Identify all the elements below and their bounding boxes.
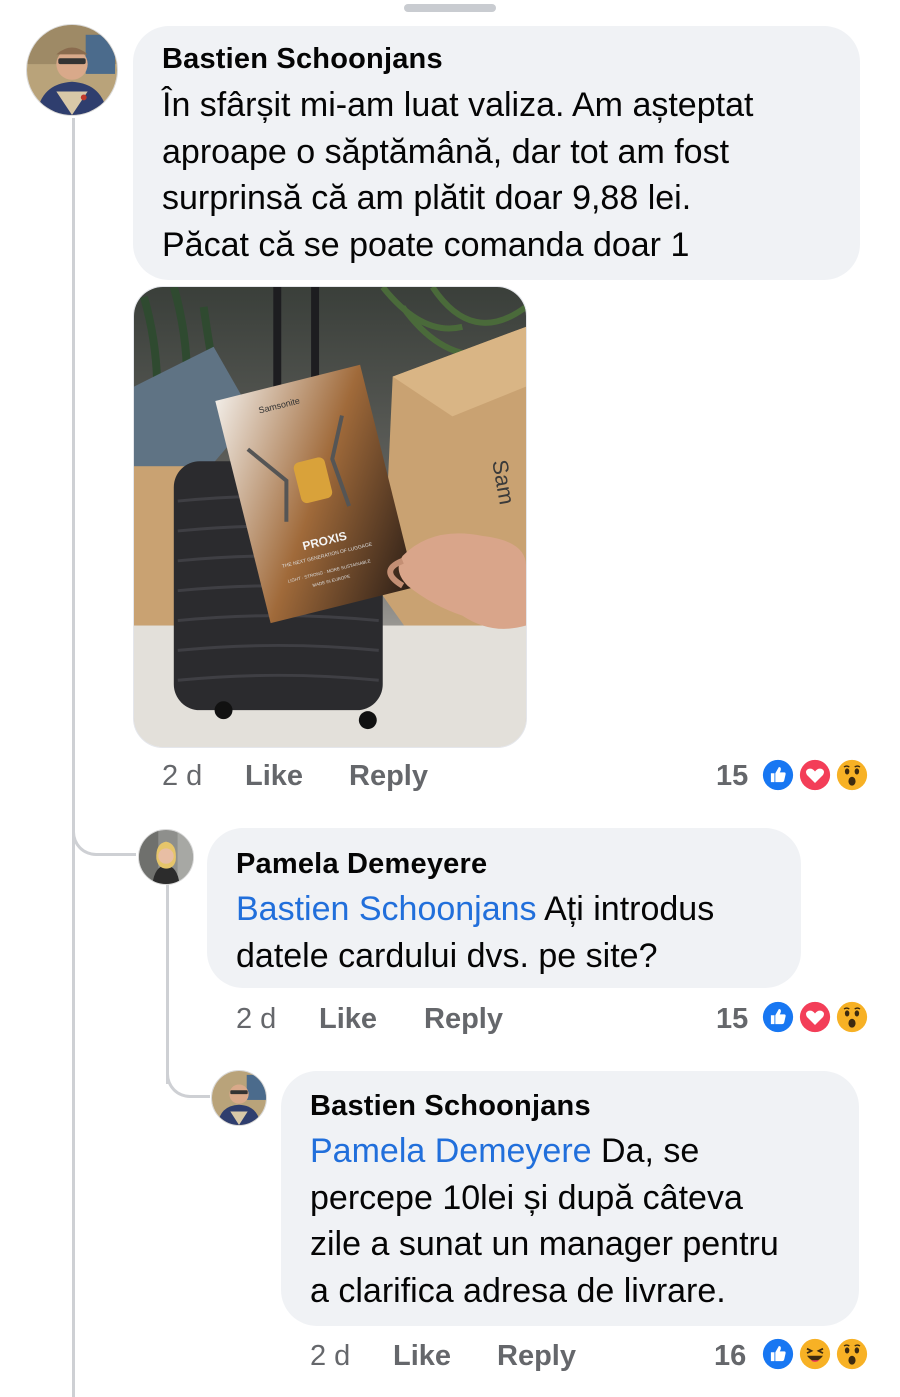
like-reaction-icon[interactable] — [760, 757, 796, 793]
comment-text-line: a clarifica adresa de livrare. — [310, 1271, 726, 1310]
reaction-count[interactable]: 16 — [714, 1340, 746, 1373]
comment-photo[interactable]: Sam Samsonite PROXIS THE NEXT GENERATION… — [133, 286, 527, 748]
comment-text-line: datele cardului dvs. pe site? — [236, 936, 658, 975]
comment-text-segment: Ați introdus — [536, 890, 715, 928]
wow-reaction-icon[interactable] — [834, 1336, 870, 1372]
reply-button[interactable]: Reply — [424, 1003, 503, 1036]
comment-text-line: Păcat că se poate comanda doar 1 — [162, 225, 690, 264]
wow-reaction-icon[interactable] — [834, 757, 870, 793]
thread-line-main — [72, 118, 75, 1397]
comment-text-line: zile a sunat un manager pentru — [310, 1225, 779, 1263]
comment-timestamp: 2 d — [236, 1003, 277, 1035]
mention-link[interactable]: Pamela Demeyere — [310, 1132, 592, 1170]
avatar[interactable] — [26, 24, 118, 116]
comment-text-line: Pamela Demeyere Da, se — [310, 1128, 779, 1175]
love-reaction-icon[interactable] — [797, 999, 833, 1035]
reply-button[interactable]: Reply — [497, 1340, 576, 1373]
haha-reaction-icon[interactable] — [797, 1336, 833, 1372]
like-reaction-icon[interactable] — [760, 1336, 796, 1372]
wow-reaction-icon[interactable] — [834, 999, 870, 1035]
reaction-count[interactable]: 15 — [716, 760, 748, 793]
comment-text: În sfârșit mi-am luat valiza. Am aștepta… — [162, 82, 753, 268]
comment-timestamp: 2 d — [162, 760, 203, 792]
comment-text-segment: Da, se — [591, 1132, 700, 1170]
avatar-photo — [139, 830, 193, 884]
thread-connector-reply-1 — [72, 790, 136, 856]
comment-author[interactable]: Bastien Schoonjans — [162, 43, 443, 76]
like-button[interactable]: Like — [393, 1340, 451, 1373]
reply-button[interactable]: Reply — [349, 760, 428, 793]
like-button[interactable]: Like — [245, 760, 303, 793]
comment-text-line: percepe 10lei și după câteva — [310, 1178, 743, 1217]
love-reaction-icon[interactable] — [797, 757, 833, 793]
mention-link[interactable]: Bastien Schoonjans — [236, 890, 537, 928]
sheet-drag-handle[interactable] — [404, 4, 496, 12]
comment-text-line: aproape o săptămână, dar tot am fost — [162, 132, 730, 171]
avatar[interactable] — [138, 829, 194, 885]
comment-text-line: surprinsă că am plătit doar 9,88 lei. — [162, 179, 692, 217]
suitcase-photo: Sam Samsonite PROXIS THE NEXT GENERATION… — [134, 287, 526, 747]
thread-connector-reply-2 — [166, 1040, 210, 1098]
avatar[interactable] — [211, 1070, 267, 1126]
avatar-photo — [212, 1071, 266, 1125]
comment-text: Bastien Schoonjans Ați introdus datele c… — [236, 886, 714, 979]
like-button[interactable]: Like — [319, 1003, 377, 1036]
comment-timestamp: 2 d — [310, 1340, 351, 1372]
comment-text-line: În sfârșit mi-am luat valiza. Am aștepta… — [162, 86, 754, 124]
comment-text: Pamela Demeyere Da, se percepe 10lei și … — [310, 1128, 779, 1314]
comment-author[interactable]: Bastien Schoonjans — [310, 1090, 591, 1123]
comment-text-line: Bastien Schoonjans Ați introdus — [236, 886, 714, 933]
like-reaction-icon[interactable] — [760, 999, 796, 1035]
reaction-count[interactable]: 15 — [716, 1003, 748, 1036]
avatar-photo — [27, 25, 117, 115]
comment-author[interactable]: Pamela Demeyere — [236, 848, 487, 881]
